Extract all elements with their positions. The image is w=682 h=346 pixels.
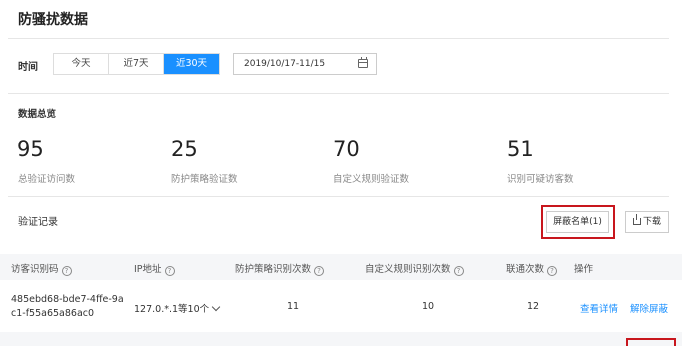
download-button[interactable]: 下载 (625, 211, 669, 233)
rule-count-cell: 10 (422, 301, 435, 312)
upload-icon (632, 214, 641, 225)
help-icon[interactable]: ? (453, 266, 464, 276)
range-30days-button[interactable]: 近30天 (164, 54, 219, 74)
chevron-down-icon[interactable] (211, 302, 221, 312)
col-ip: IP地址? (134, 261, 175, 276)
stat-suspicious-label: 识别可疑访客数 (507, 174, 574, 185)
col-visitor-id: 访客识别码? (11, 261, 72, 276)
range-today-button[interactable]: 今天 (54, 54, 109, 74)
col-rule-count: 自定义规则识别次数? (365, 261, 464, 276)
visitor-id-cell: 485ebd68-bde7-4ffe-9ac1-f55a65a86ac0 (11, 294, 124, 319)
help-icon[interactable]: ? (164, 266, 175, 276)
stat-total-label: 总验证访问数 (18, 174, 76, 185)
download-label: 下载 (642, 217, 661, 227)
overview-divider (8, 196, 669, 197)
next-row (0, 332, 682, 346)
col-action: 操作 (574, 264, 594, 275)
overview-title: 数据总览 (18, 109, 57, 120)
policy-count-cell: 11 (287, 301, 300, 312)
page-title: 防骚扰数据 (18, 12, 88, 28)
stat-policy-value: 25 (171, 137, 198, 161)
highlight-box-partial (626, 338, 676, 346)
stat-rule-value: 70 (333, 137, 360, 161)
records-title: 验证记录 (18, 217, 58, 228)
stat-suspicious-value: 51 (507, 137, 534, 161)
col-connect-count: 联通次数? (506, 261, 558, 276)
range-7days-button[interactable]: 近7天 (109, 54, 164, 74)
view-detail-link[interactable]: 查看详情 (580, 301, 618, 315)
help-icon[interactable]: ? (547, 266, 558, 276)
blocklist-button[interactable]: 屏蔽名单(1) (546, 211, 609, 233)
col-policy-count: 防护策略识别次数? (235, 261, 325, 276)
date-range-value: 2019/10/17-11/15 (244, 59, 326, 69)
connect-count-cell: 12 (527, 301, 540, 312)
ip-cell[interactable]: 127.0.*.1等10个 (134, 301, 221, 315)
stat-total-value: 95 (17, 137, 44, 161)
stat-rule-label: 自定义规则验证数 (333, 174, 410, 185)
help-icon[interactable]: ? (61, 266, 72, 276)
header-divider (8, 38, 669, 39)
date-range-input[interactable]: 2019/10/17-11/15 (233, 53, 377, 75)
time-range-segment: 今天 近7天 近30天 (53, 53, 220, 75)
time-label: 时间 (18, 62, 38, 73)
calendar-icon[interactable] (358, 57, 368, 68)
stat-policy-label: 防护策略验证数 (171, 174, 238, 185)
help-icon[interactable]: ? (314, 266, 325, 276)
filter-divider (8, 93, 669, 94)
unblock-link[interactable]: 解除屏蔽 (630, 301, 668, 315)
